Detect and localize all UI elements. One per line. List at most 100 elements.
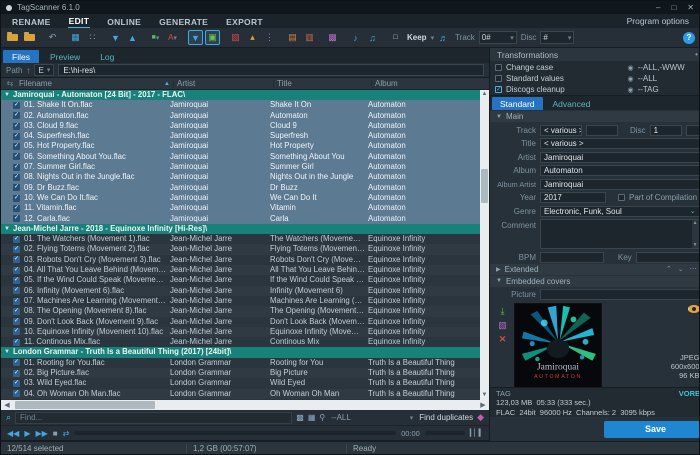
playlist-save-icon[interactable]: ♫ [365,30,380,45]
row-checkbox[interactable]: ✓ [13,122,20,130]
menu-rename[interactable]: RENAME [11,15,52,28]
transformation-row[interactable]: ✓ Discogs cleanup ◉ --TAG [490,84,699,95]
move-files-icon[interactable]: ▴ [245,30,260,45]
file-row[interactable]: ✓ 04. Oh Woman Oh Man.flac London Grammar O… [1,388,480,399]
column-artist[interactable]: Artist [173,79,273,88]
delete-cover-icon[interactable]: ✕ [499,335,507,344]
group-header[interactable]: ▼ Jamiroquai - Automaton [24 Bit] - 2017 … [1,90,480,101]
file-row[interactable]: ✓ 02. Flying Totems (Movement 2).flac Jean… [1,244,480,255]
row-checkbox[interactable]: ✓ [13,266,20,274]
minimize-button[interactable]: – [656,3,660,12]
hscroll-thumb[interactable] [15,401,155,409]
row-checkbox[interactable]: ✓ [13,359,20,367]
file-row[interactable]: ✓ 08. Nights Out in the Jungle.flac Jamiro… [1,172,480,183]
row-checkbox[interactable]: ✓ [13,246,20,254]
filter-icon[interactable]: ▼ [188,30,203,45]
scroll-down-icon[interactable]: ▼ [482,391,488,400]
playlist-icon[interactable]: ♪ [348,30,363,45]
row-checkbox[interactable]: ✓ [13,256,20,264]
preview-eye-icon[interactable]: ◉ [627,75,633,83]
group-header[interactable]: ▼ London Grammar - Truth Is a Beautiful T… [1,347,480,358]
file-row[interactable]: ✓ 02. Automaton.flac Jamiroquai Automaton Au… [1,110,480,121]
column-title[interactable]: Title [273,79,371,88]
save-button[interactable]: Save [603,420,699,438]
row-checkbox[interactable]: ✓ [13,215,20,223]
color-mark-icon[interactable]: ■ ▾ [148,30,163,45]
row-checkbox[interactable]: ✓ [13,369,20,377]
file-row[interactable]: ✓ 02. Big Picture.flac London Grammar Big P… [1,368,480,379]
path-input[interactable]: E:\hi-res\ [58,64,484,76]
row-checkbox[interactable]: ✓ [13,101,20,109]
file-row[interactable]: ✓ 05. Hot Property.flac Jamiroquai Hot Prop… [1,141,480,152]
section-menu-icon[interactable]: ⋯ [690,266,699,273]
folder-up-icon[interactable]: ↑ [26,66,30,75]
view-cover-icon[interactable] [687,305,699,313]
file-row[interactable]: ✓ 12. Carla.flac Jamiroquai Carla Automaton [1,213,480,224]
file-row[interactable]: ✓ 03. Cloud 9.flac Jamiroquai Cloud 9 Automa… [1,120,480,132]
volume-slider[interactable] [424,431,465,435]
row-checkbox[interactable]: ✓ [13,163,20,171]
key-field[interactable] [635,251,699,263]
transformation-row[interactable]: ✓ Standard values ◉ --ALL [490,73,699,84]
section-main[interactable]: ▼ Main [490,111,699,122]
tab-standard[interactable]: Standard [492,97,543,110]
album-artist-field[interactable]: Jamiroquai [540,178,699,190]
search-input[interactable]: Find... [15,411,293,424]
file-row[interactable]: ✓ 06. Infinity (Movement 6).flac Jean-Mich… [1,285,480,296]
file-row[interactable]: ✓ 11. Vitamin.flac Jamiroquai Vitamin Automa… [1,203,480,214]
row-checkbox[interactable]: ✓ [13,379,20,387]
stop-icon[interactable]: ■ [53,429,58,438]
section-down-icon[interactable]: ⌄ [678,266,686,273]
file-row[interactable]: ✓ 07. Summer Girl.flac Jamiroquai Summer Gi… [1,162,480,173]
file-row[interactable]: ✓ 10. We Can Do It.flac Jamiroquai We Can D… [1,192,480,204]
keep-chevron-icon[interactable]: ▾ [431,34,435,42]
row-checkbox[interactable]: ✓ [13,184,20,192]
seek-bar[interactable] [74,431,397,435]
track-format-combo[interactable]: 0# ▾ [478,31,517,44]
file-row[interactable]: ✓ 09. Dr Buzz.flac Jamiroquai Dr Buzz Automa… [1,182,480,193]
row-checkbox[interactable]: ✓ [13,194,20,202]
keep-dropdown[interactable]: Keep [407,33,427,42]
file-row[interactable]: ✓ 07. Machines Are Learning (Movement 7).… [1,295,480,307]
file-row[interactable]: ✓ 01. Rooting for You.flac London Grammar R… [1,357,480,369]
collapse-icon[interactable]: ▼ [1,224,13,234]
genre-chevron-icon[interactable]: ⌄ [690,207,696,215]
transformations-menu-icon[interactable]: ••• [695,50,699,59]
save-cover-icon[interactable]: ▧ [498,321,507,330]
section-up-icon[interactable]: ⌃ [666,266,674,273]
track-total-field[interactable] [586,124,618,136]
find-duplicates-icon[interactable]: ◆ [477,412,484,423]
menu-edit[interactable]: EDIT [67,14,91,29]
file-row[interactable]: ✓ 09. Don't Look Back (Movement 9).flac Je… [1,316,480,327]
disc-field[interactable]: 1 [649,124,682,136]
undo-icon[interactable]: ↶ [45,30,60,45]
genre-combo[interactable]: Electronic, Funk, Soul ⌄ [540,205,699,217]
collapse-icon[interactable]: ▼ [1,90,13,100]
scroll-right-icon[interactable]: ▶ [479,401,487,409]
scroll-left-icon[interactable]: ◀ [3,401,11,409]
row-checkbox[interactable]: ✓ [13,204,20,212]
tab-files[interactable]: Files [3,50,39,63]
artist-field[interactable]: Jamiroquai [540,151,699,163]
row-checkbox[interactable]: ✓ [13,287,20,295]
album-cover-art[interactable]: Jamiroquai AUTOMATON [514,303,602,387]
layout-toggle-icon[interactable]: ▣ [205,30,220,45]
disc-total-field[interactable] [685,124,699,136]
find-duplicates-button[interactable]: Find duplicates [419,413,473,422]
section-embedded-covers[interactable]: ▼ Embedded covers [490,275,699,287]
transformation-row[interactable]: ✓ Change case ◉ --ALL,-WWW [490,62,699,73]
disc-format-combo[interactable]: # ▾ [540,31,575,44]
transformation-checkbox[interactable]: ✓ [495,64,502,71]
copy-doc-icon[interactable]: ▥ [302,30,317,45]
file-list-horizontal-scrollbar[interactable]: ◀ ▶ [1,400,489,410]
row-checkbox[interactable]: ✓ [13,276,20,284]
file-row[interactable]: ✓ 11. Continous Mix.flac Jean-Michel Jarre… [1,337,480,348]
column-filename[interactable]: Filename ▲ [19,79,173,88]
close-button[interactable]: ✕ [687,3,694,12]
row-checkbox[interactable]: ✓ [13,174,20,182]
comment-field[interactable]: ▲ ▼ [540,219,699,249]
file-row[interactable]: ✓ 06. Something About You.flac Jamiroquai S… [1,151,480,163]
move-up-icon[interactable]: ▲ [125,30,140,45]
collapse-icon[interactable]: ▼ [1,347,13,357]
help-icon[interactable]: ? [683,31,695,44]
